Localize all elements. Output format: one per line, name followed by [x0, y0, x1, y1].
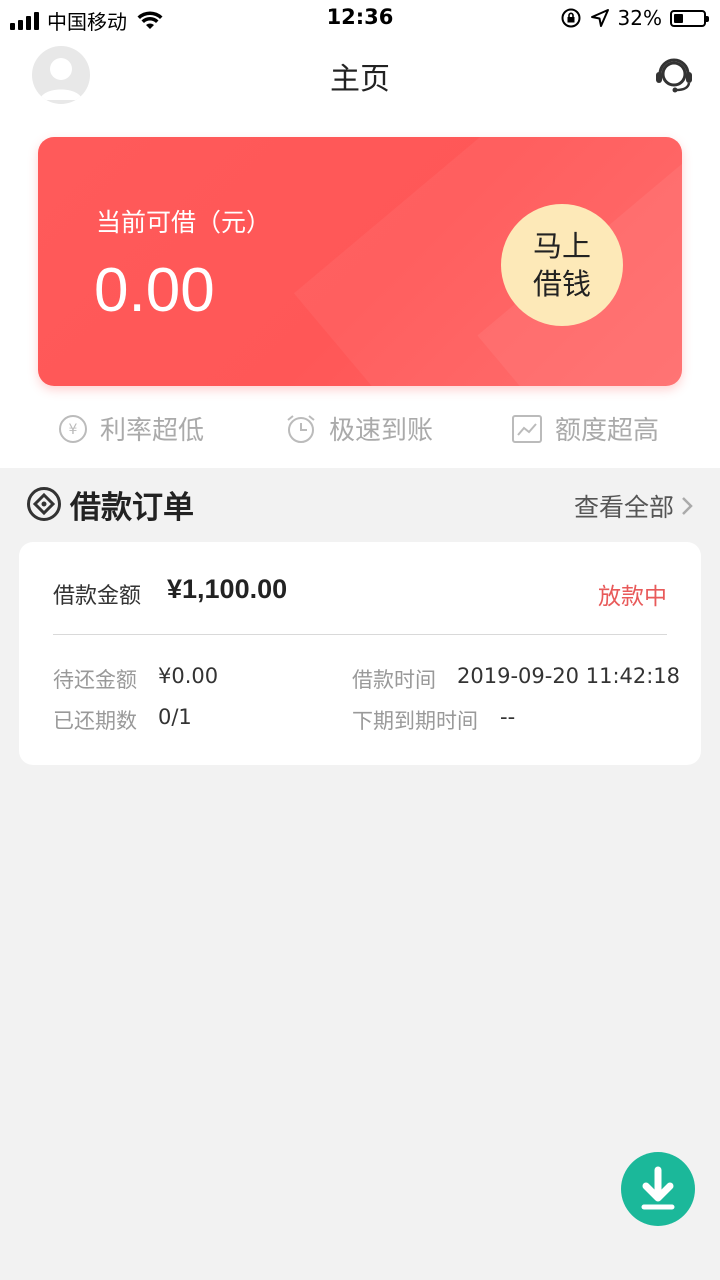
status-bar: 中国移动 12:36 32%	[0, 0, 720, 38]
pending-amount-value: ¥0.00	[158, 664, 219, 688]
customer-service-icon[interactable]	[652, 52, 696, 96]
borrow-button-line2: 借钱	[532, 267, 591, 301]
download-icon	[641, 1166, 675, 1210]
nav-bar: 主页	[0, 38, 720, 110]
divider	[53, 634, 667, 635]
borrow-button-line1: 马上	[532, 229, 591, 263]
svg-text:¥: ¥	[69, 422, 78, 438]
feature-label: 利率超低	[100, 416, 205, 446]
feature-label: 额度超高	[555, 416, 660, 446]
battery-fill	[674, 13, 683, 23]
rotation-lock-icon	[561, 8, 581, 28]
battery-percent: 32%	[617, 6, 662, 30]
available-credit-card: 当前可借（元） 0.00 马上 借钱	[38, 137, 682, 386]
feature-high-limit: 额度超高	[511, 410, 659, 447]
loan-order-card[interactable]: 借款金额 ¥1,100.00 放款中 待还金额 ¥0.00 借款时间 2019-…	[19, 542, 701, 765]
battery-icon	[670, 9, 709, 27]
page-title: 主页	[330, 62, 390, 97]
trend-chart-icon	[512, 414, 542, 443]
status-right: 32%	[560, 6, 709, 30]
view-all-link[interactable]: 查看全部	[574, 488, 694, 524]
yen-coin-icon: ¥	[59, 414, 87, 443]
feature-low-rate: ¥ 利率超低	[58, 410, 204, 447]
next-due-value: --	[500, 705, 516, 729]
available-credit-label: 当前可借（元）	[96, 208, 272, 237]
status-badge: 放款中	[598, 584, 667, 610]
feature-fast-transfer: 极速到账	[285, 410, 433, 447]
available-credit-amount: 0.00	[94, 256, 215, 325]
download-button[interactable]	[621, 1152, 695, 1226]
loan-time-value: 2019-09-20 11:42:18	[457, 664, 681, 688]
pending-amount-label: 待还金额	[53, 668, 137, 692]
orders-diamond-icon	[27, 487, 61, 521]
feature-highlights: ¥ 利率超低 极速到账 额度超高	[0, 410, 720, 454]
chevron-right-icon	[682, 497, 693, 515]
view-all-label: 查看全部	[573, 493, 674, 522]
loan-orders-header: 借款订单 查看全部	[0, 468, 720, 540]
loan-amount-label: 借款金额	[53, 584, 142, 609]
paid-periods-value: 0/1	[158, 705, 192, 729]
location-arrow-icon	[590, 9, 609, 27]
borrow-now-button[interactable]: 马上 借钱	[501, 204, 623, 326]
next-due-label: 下期到期时间	[352, 709, 478, 733]
paid-periods-label: 已还期数	[53, 709, 137, 733]
feature-label: 极速到账	[329, 416, 434, 446]
loan-time-label: 借款时间	[352, 668, 436, 692]
section-title: 借款订单	[70, 490, 194, 526]
alarm-clock-icon	[287, 414, 315, 443]
loan-amount-value: ¥1,100.00	[167, 574, 288, 604]
